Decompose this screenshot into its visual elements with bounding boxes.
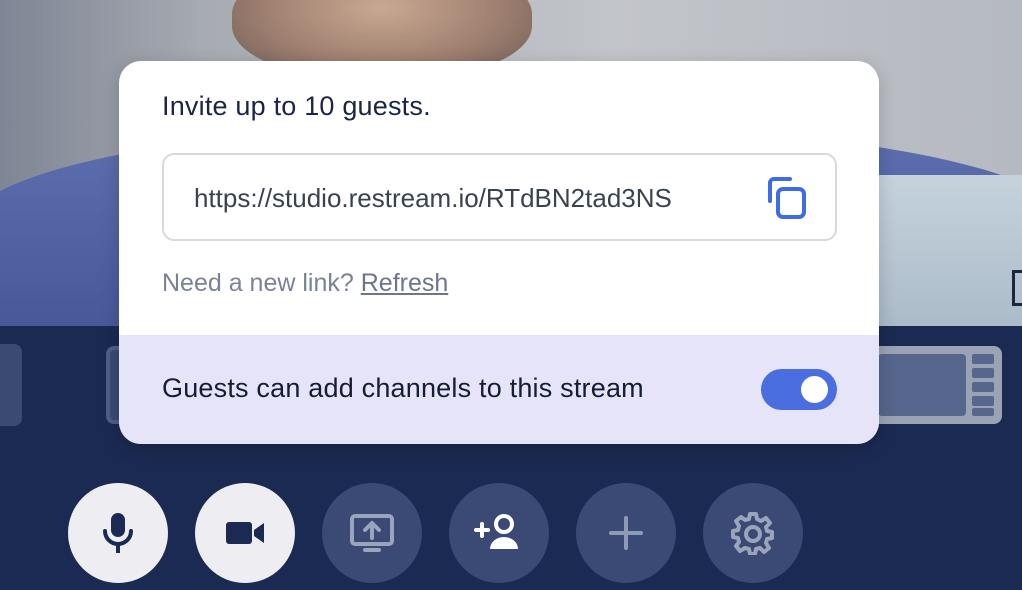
copy-icon [768,177,806,219]
layout-slot [972,354,994,364]
plus-icon [609,516,643,550]
invite-guests-popup: Invite up to 10 guests. Need a new link?… [119,61,879,444]
microphone-button[interactable] [68,483,168,583]
copy-link-button[interactable] [760,173,812,225]
settings-button[interactable] [703,483,803,583]
layout-slot [972,408,994,416]
guest-channels-toggle[interactable] [761,369,837,410]
gear-icon [731,512,774,555]
guest-channels-label: Guests can add channels to this stream [162,373,644,403]
invite-guest-button[interactable] [449,483,549,583]
layout-option-single[interactable] [0,344,22,426]
screen-share-icon [350,514,394,552]
add-source-button[interactable] [576,483,676,583]
layout-option-sidebar[interactable] [870,346,1002,424]
layout-slot [972,396,994,406]
invite-link-field[interactable] [162,153,837,241]
layout-slot [972,368,994,378]
popup-title: Invite up to 10 guests. [162,91,431,121]
fullscreen-icon[interactable] [1012,270,1022,306]
add-person-icon [474,514,518,549]
guest-channels-setting: Guests can add channels to this stream [119,335,879,444]
refresh-prompt: Need a new link? [162,269,354,297]
invite-link-input[interactable] [194,183,754,214]
refresh-link[interactable]: Refresh [361,269,449,297]
video-camera-icon [226,522,264,544]
toggle-knob [801,376,828,403]
camera-button[interactable] [195,483,295,583]
layout-slot [972,382,994,392]
microphone-icon [103,513,133,553]
layout-main-screen [878,354,966,416]
share-screen-button[interactable] [322,483,422,583]
refresh-line: Need a new link? Refresh [162,269,448,298]
